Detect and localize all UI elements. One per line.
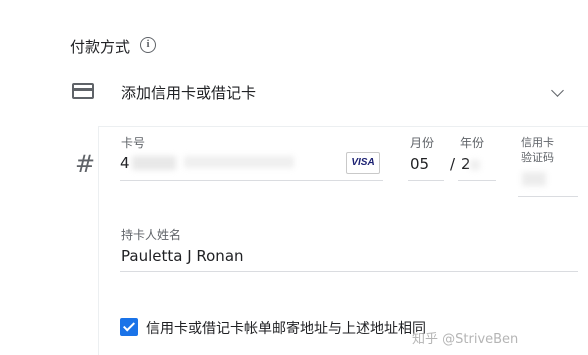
add-card-label[interactable]: 添加信用卡或借记卡 [121, 82, 256, 103]
month-underline [408, 180, 444, 181]
cvc-label-line1: 信用卡 [521, 136, 554, 149]
chevron-down-icon[interactable] [551, 84, 564, 97]
card-number-underline [120, 180, 383, 181]
cvc-field[interactable] [522, 172, 546, 186]
hash-icon: # [75, 150, 96, 178]
cvc-label: 信用卡 验证码 [521, 135, 571, 165]
cardholder-name-field[interactable]: Pauletta J Ronan [121, 247, 244, 265]
same-address-checkbox[interactable] [120, 318, 138, 336]
form-left-border [98, 126, 99, 355]
year-label: 年份 [460, 136, 485, 150]
cvc-underline [518, 196, 578, 197]
form-top-border [98, 126, 588, 127]
visa-logo: VISA [346, 152, 380, 174]
cvc-label-line2: 验证码 [521, 151, 554, 164]
card-number-value: 4 [120, 154, 130, 172]
year-separator: / [450, 155, 456, 173]
credit-card-icon [72, 83, 94, 99]
same-address-label[interactable]: 信用卡或借记卡帐单邮寄地址与上述地址相同 [146, 318, 426, 338]
card-number-redacted [132, 156, 176, 170]
cardholder-name-underline [120, 271, 578, 272]
section-title: 付款方式 [70, 38, 131, 56]
year-redacted [470, 160, 480, 170]
year-underline [458, 180, 496, 181]
month-field[interactable]: 05 [410, 155, 429, 173]
card-number-field[interactable]: 4 [120, 150, 382, 176]
month-label: 月份 [410, 136, 435, 150]
card-number-redacted [184, 156, 294, 168]
watermark: 知乎 @StriveBen [412, 332, 519, 347]
info-icon[interactable]: i [140, 37, 156, 53]
cardholder-name-label: 持卡人姓名 [121, 228, 182, 242]
card-number-label: 卡号 [121, 136, 146, 150]
